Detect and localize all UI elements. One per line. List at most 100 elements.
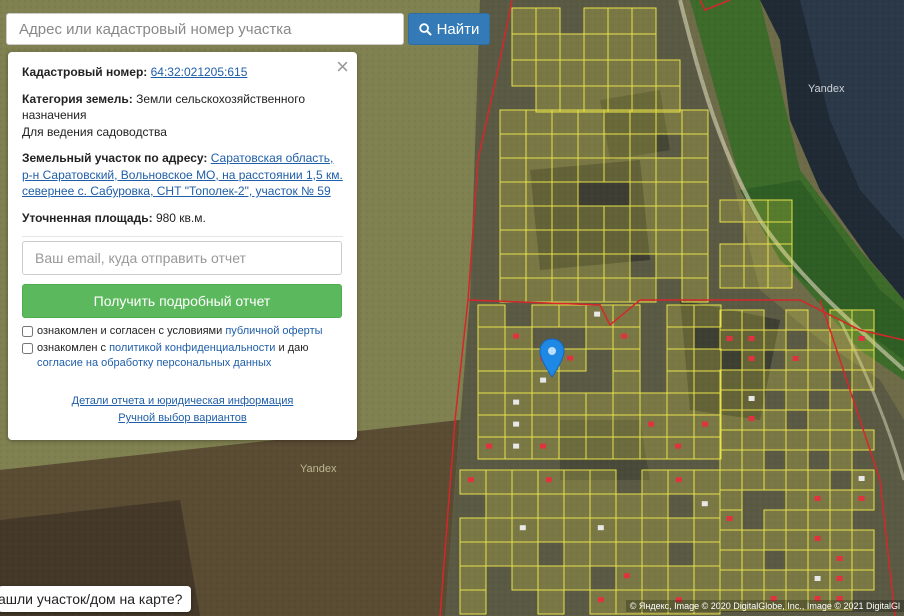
parcel-outline xyxy=(607,85,633,113)
parcel-outline xyxy=(681,157,709,183)
parcel-outline xyxy=(785,549,809,571)
parcel-outline xyxy=(741,529,765,551)
parcel-outline xyxy=(459,589,487,615)
category-label: Категория земель: xyxy=(22,91,133,106)
parcel-outline xyxy=(741,449,765,471)
email-field[interactable] xyxy=(22,241,342,275)
parcel-outline xyxy=(851,369,875,391)
address-label: Земельный участок по адресу: xyxy=(22,151,208,165)
parcel-outline xyxy=(767,221,793,245)
data-processing-link[interactable]: согласие на обработку персональных данны… xyxy=(37,357,271,369)
parcel-outline xyxy=(681,277,709,303)
map-pin-icon[interactable] xyxy=(538,338,566,378)
parcel-outline xyxy=(537,565,565,591)
parcel-outline xyxy=(719,489,743,511)
parcel-outline xyxy=(607,59,633,87)
parcel-outline xyxy=(603,253,631,279)
parcel-outline xyxy=(785,429,809,451)
building-roof xyxy=(545,477,552,483)
parcel-outline xyxy=(785,309,809,331)
parcel-outline xyxy=(629,277,657,303)
parcel-outline xyxy=(719,549,743,571)
parcel-outline xyxy=(559,33,585,61)
parcel-outline xyxy=(504,348,533,372)
parcel-outline xyxy=(693,304,722,328)
parcel-outline xyxy=(459,517,487,543)
offer-consent[interactable]: ознакомлен и согласен с условиями публич… xyxy=(22,324,343,339)
parcel-outline xyxy=(807,429,831,451)
parcel-outline xyxy=(551,205,579,231)
parcel-outline xyxy=(719,265,745,289)
parcel-outline xyxy=(785,389,809,411)
parcel-outline xyxy=(511,7,537,35)
parcel-outline xyxy=(807,409,831,431)
building-roof xyxy=(814,536,821,541)
parcel-outline xyxy=(499,181,527,207)
parcel-outline xyxy=(607,7,633,35)
privacy-consent[interactable]: ознакомлен с политикой конфиденциальност… xyxy=(22,341,343,371)
parcel-outline xyxy=(785,569,809,591)
parcel-outline xyxy=(499,277,527,303)
offer-consent-checkbox[interactable] xyxy=(22,326,33,337)
parcel-outline xyxy=(477,326,506,350)
parcel-outline xyxy=(603,277,631,303)
parcel-outline xyxy=(612,370,641,394)
privacy-consent-checkbox[interactable] xyxy=(22,343,33,354)
parcel-outline xyxy=(741,569,765,591)
parcel-outline xyxy=(615,517,643,543)
parcel-outline xyxy=(615,493,643,519)
parcel-outline xyxy=(558,436,587,460)
parcel-outline xyxy=(583,7,609,35)
parcel-outline xyxy=(851,529,875,551)
privacy-consent-label: ознакомлен с xyxy=(37,342,107,354)
privacy-consent-and: и даю xyxy=(278,342,309,354)
public-offer-link[interactable]: публичной оферты xyxy=(225,325,322,337)
parcel-outline xyxy=(537,589,565,615)
parcel-outline xyxy=(485,493,513,519)
parcel-outline xyxy=(607,33,633,61)
parcel-outline xyxy=(499,253,527,279)
parcel-outline xyxy=(666,326,695,350)
parcel-outline xyxy=(655,253,683,279)
parcel-outline xyxy=(693,517,721,543)
parcel-outline xyxy=(477,414,506,438)
parcel-outline xyxy=(763,409,787,431)
parcel-outline xyxy=(851,429,875,451)
parcel-outline xyxy=(563,469,591,495)
parcel-outline xyxy=(563,565,591,591)
search-button[interactable]: Найти xyxy=(408,13,490,45)
parcel-outline xyxy=(763,329,787,351)
parcel-outline xyxy=(525,277,553,303)
parcel-outline xyxy=(693,392,722,416)
parcel-outline xyxy=(525,205,553,231)
manual-selection-link[interactable]: Ручной выбор вариантов xyxy=(22,410,343,427)
report-details-link[interactable]: Детали отчета и юридическая информация xyxy=(22,393,343,410)
parcel-outline xyxy=(563,493,591,519)
parcel-outline xyxy=(612,436,641,460)
cadastral-number-link[interactable]: 64:32:021205:615 xyxy=(151,65,248,79)
found-parcel-prompt[interactable]: ашли участок/дом на карте? xyxy=(0,586,192,612)
parcel-outline xyxy=(807,349,831,371)
map-watermark: Yandex xyxy=(300,463,337,475)
parcel-outline xyxy=(629,133,657,159)
parcel-outline xyxy=(535,7,561,35)
parcel-outline xyxy=(629,205,657,231)
parcel-outline xyxy=(559,59,585,87)
get-report-button[interactable]: Получить подробный отчет xyxy=(22,284,342,318)
parcel-outline xyxy=(551,277,579,303)
close-icon[interactable]: × xyxy=(336,56,349,78)
privacy-consent-text: ознакомлен с политикой конфиденциальност… xyxy=(37,341,309,371)
parcel-outline xyxy=(499,133,527,159)
parcel-outline xyxy=(612,304,641,328)
parcel-outline xyxy=(693,565,721,591)
parcel-outline xyxy=(829,429,853,451)
parcel-outline xyxy=(585,392,614,416)
parcel-outline xyxy=(629,229,657,255)
search-input[interactable] xyxy=(6,13,404,45)
parcel-outline xyxy=(763,569,787,591)
parcel-outline xyxy=(719,469,743,491)
building-roof xyxy=(858,476,865,481)
privacy-policy-link[interactable]: политикой конфиденциальности xyxy=(109,342,275,354)
building-roof xyxy=(513,443,520,449)
parcel-outline xyxy=(719,569,743,591)
